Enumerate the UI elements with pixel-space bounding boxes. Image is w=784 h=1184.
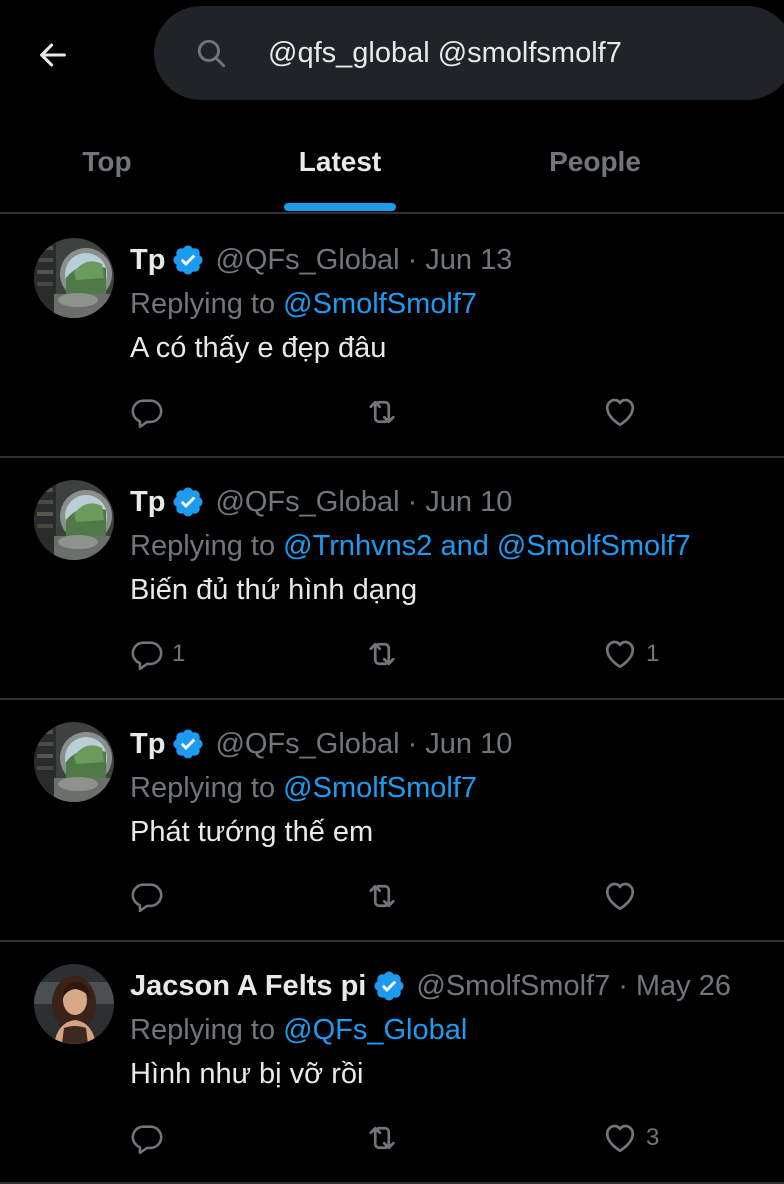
retweet-button[interactable]	[364, 876, 400, 916]
reply-button[interactable]	[130, 876, 164, 916]
separator-dot: ·	[407, 485, 418, 518]
tab-latest[interactable]: Latest	[254, 112, 426, 212]
heart-icon	[602, 1120, 638, 1156]
reply-count: 1	[172, 640, 186, 667]
user-handle[interactable]: @QFs_Global	[215, 728, 399, 761]
avatar-image	[34, 480, 114, 560]
tab-people[interactable]: People	[498, 112, 692, 212]
verified-badge-icon	[372, 969, 406, 1003]
replying-prefix: Replying to	[130, 771, 284, 804]
user-handle[interactable]: @QFs_Global	[215, 244, 399, 277]
retweet-button[interactable]	[364, 1118, 400, 1158]
avatar-image	[34, 722, 114, 802]
reply-button[interactable]	[130, 392, 164, 432]
tweet-actions: 1 1	[130, 634, 690, 674]
retweet-button[interactable]	[364, 634, 400, 674]
replying-to: Replying to @Trnhvns2 and @SmolfSmolf7	[130, 528, 691, 564]
active-tab-indicator	[284, 203, 396, 211]
reply-icon	[130, 1121, 164, 1155]
tweet-date[interactable]: Jun 10	[425, 728, 512, 761]
tab-top[interactable]: Top	[24, 112, 190, 212]
replying-to: Replying to @SmolfSmolf7	[130, 286, 477, 322]
heart-icon	[602, 878, 638, 914]
replying-to: Replying to @QFs_Global	[130, 1012, 467, 1048]
mention-link[interactable]: @SmolfSmolf7	[283, 772, 477, 805]
avatar[interactable]	[34, 238, 114, 318]
replying-prefix: Replying to	[130, 1013, 284, 1046]
replying-prefix: Replying to	[130, 529, 284, 562]
tweet-actions	[130, 392, 690, 432]
mention-link[interactable]: @SmolfSmolf7	[497, 530, 691, 563]
reply-icon	[130, 879, 164, 913]
avatar-image	[34, 238, 114, 318]
tweet-item[interactable]: Tp @QFs_Global · Jun 10 Replying to @Smo…	[0, 698, 784, 942]
reply-icon	[130, 637, 164, 671]
tweet-item[interactable]: Tp @QFs_Global · Jun 10 Replying to @Trn…	[0, 456, 784, 700]
tweet-item[interactable]: Jacson A Felts pi @SmolfSmolf7 · May 26 …	[0, 940, 784, 1184]
tweet-header: Tp @QFs_Global · Jun 10	[130, 484, 512, 520]
user-handle[interactable]: @SmolfSmolf7	[416, 970, 610, 1003]
tweet-text: Phát tướng thế em	[130, 815, 374, 848]
retweet-icon	[364, 394, 400, 430]
reply-button[interactable]: 1	[130, 634, 185, 674]
avatar-image	[34, 964, 114, 1044]
replying-prefix: Replying to	[130, 287, 284, 320]
tweet-header: Jacson A Felts pi @SmolfSmolf7 · May 26	[130, 968, 731, 1004]
top-bar	[0, 0, 784, 108]
like-count: 3	[646, 1124, 660, 1151]
tweet-actions: 3	[130, 1118, 690, 1158]
mention-link[interactable]: @QFs_Global	[283, 1014, 467, 1047]
display-name[interactable]: Tp	[130, 728, 165, 761]
tweet-date[interactable]: May 26	[636, 970, 731, 1003]
avatar[interactable]	[34, 480, 114, 560]
tweet-item[interactable]: Tp @QFs_Global · Jun 13 Replying to @Smo…	[0, 214, 784, 458]
heart-icon	[602, 636, 638, 672]
avatar[interactable]	[34, 964, 114, 1044]
tweet-header: Tp @QFs_Global · Jun 13	[130, 242, 512, 278]
tweet-actions	[130, 876, 690, 916]
reply-button[interactable]	[130, 1118, 164, 1158]
separator-dot: ·	[407, 243, 418, 276]
verified-badge-icon	[171, 485, 205, 519]
reply-icon	[130, 395, 164, 429]
retweet-icon	[364, 636, 400, 672]
tweet-header: Tp @QFs_Global · Jun 10	[130, 726, 512, 762]
like-button[interactable]	[602, 876, 638, 916]
retweet-button[interactable]	[364, 392, 400, 432]
tweet-date[interactable]: Jun 10	[425, 486, 512, 519]
separator-dot: ·	[618, 969, 628, 1002]
display-name[interactable]: Tp	[130, 486, 165, 519]
search-tabs: Top Latest People	[0, 112, 784, 212]
separator-dot: ·	[407, 727, 418, 760]
display-name[interactable]: Tp	[130, 244, 165, 277]
tweet-date[interactable]: Jun 13	[425, 244, 512, 277]
like-button[interactable]	[602, 392, 638, 432]
avatar[interactable]	[34, 722, 114, 802]
verified-badge-icon	[171, 727, 205, 761]
replying-to: Replying to @SmolfSmolf7	[130, 770, 477, 806]
retweet-icon	[364, 1120, 400, 1156]
arrow-left-icon	[40, 43, 66, 67]
like-count: 1	[646, 640, 660, 667]
tweet-text: A có thấy e đẹp đâu	[130, 331, 387, 364]
like-button[interactable]: 1	[602, 634, 659, 674]
tweet-text: Hình như bị vỡ rồi	[130, 1057, 364, 1090]
heart-icon	[602, 394, 638, 430]
mention-link[interactable]: @Trnhvns2	[283, 530, 432, 563]
search-input[interactable]	[268, 28, 768, 78]
search-icon	[197, 39, 226, 68]
search-box[interactable]	[154, 6, 784, 100]
mention-link[interactable]: @SmolfSmolf7	[283, 288, 477, 321]
back-button[interactable]	[30, 32, 76, 78]
mention-join: and	[432, 529, 497, 562]
user-handle[interactable]: @QFs_Global	[215, 486, 399, 519]
retweet-icon	[364, 878, 400, 914]
verified-badge-icon	[171, 243, 205, 277]
display-name[interactable]: Jacson A Felts pi	[130, 970, 366, 1003]
tweet-text: Biến đủ thứ hình dạng	[130, 573, 418, 606]
like-button[interactable]: 3	[602, 1118, 659, 1158]
